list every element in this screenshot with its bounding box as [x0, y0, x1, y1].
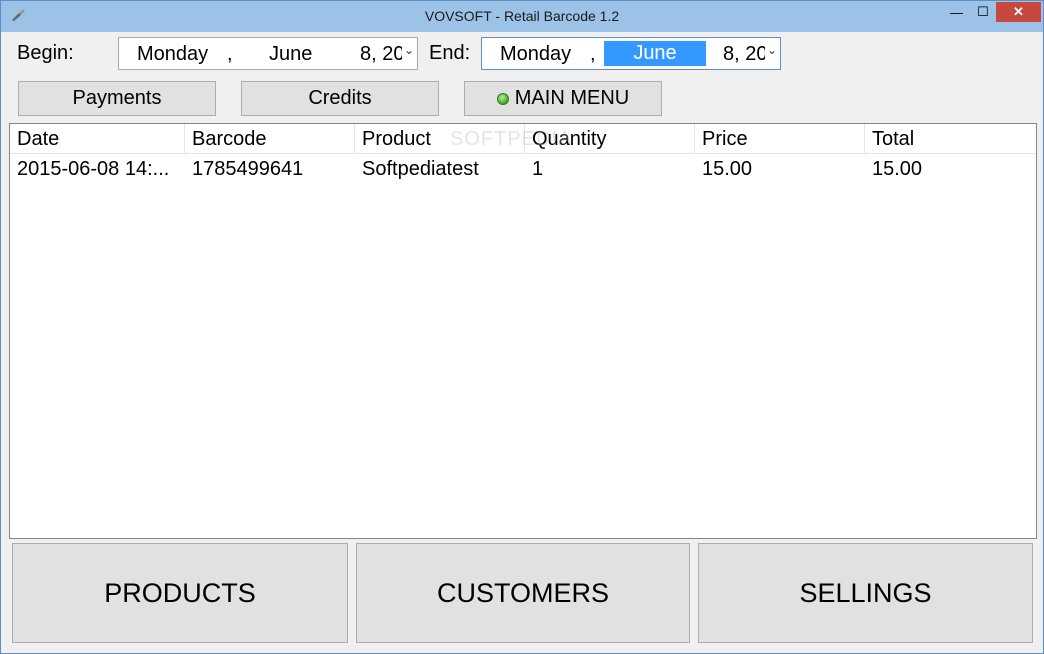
minimize-button[interactable]: —: [943, 2, 970, 22]
cell-price: 15.00: [702, 158, 753, 180]
cell-date: 2015-06-08 14:...: [17, 158, 170, 180]
close-button[interactable]: ✕: [996, 2, 1041, 22]
close-icon: ✕: [1013, 4, 1024, 19]
green-dot-icon: [496, 92, 509, 105]
window-title: VOVSOFT - Retail Barcode 1.2: [424, 8, 620, 24]
begin-weekday: Monday: [137, 43, 209, 65]
begin-comma: ,: [227, 43, 233, 65]
column-header-date[interactable]: Date: [10, 124, 185, 154]
chevron-down-icon[interactable]: ⌄: [404, 43, 414, 57]
begin-date-picker[interactable]: Monday , June 8, 20 ⌄: [118, 37, 418, 70]
credits-button[interactable]: Credits: [241, 81, 439, 116]
end-day-year: 8, 20: [723, 43, 765, 65]
chevron-down-icon[interactable]: ⌄: [767, 43, 777, 57]
payments-button[interactable]: Payments: [18, 81, 216, 116]
customers-label: CUSTOMERS: [436, 577, 610, 608]
end-month-selected[interactable]: June: [604, 41, 706, 66]
main-menu-button[interactable]: MAIN MENU: [464, 81, 662, 116]
end-date-picker[interactable]: Monday , June 8, 20 ⌄: [481, 37, 781, 70]
maximize-icon: ☐: [977, 4, 989, 19]
table-header: Date Barcode Product Quantity Price Tota…: [10, 124, 1036, 154]
cell-barcode: 1785499641: [192, 158, 304, 180]
column-header-price[interactable]: Price: [695, 124, 865, 154]
products-label: PRODUCTS: [104, 577, 256, 608]
minimize-icon: —: [950, 4, 963, 20]
title-bar[interactable]: VOVSOFT - Retail Barcode 1.2 — ☐ ✕: [1, 1, 1043, 32]
cell-total: 15.00: [872, 158, 923, 180]
cell-product: Softpediatest: [362, 158, 479, 180]
begin-label: Begin:: [17, 42, 74, 64]
column-header-total[interactable]: Total: [865, 124, 1036, 154]
end-comma: ,: [590, 43, 596, 65]
cell-quantity: 1: [532, 158, 544, 180]
sellings-label: SELLINGS: [799, 577, 932, 608]
end-label: End:: [429, 42, 471, 64]
column-header-barcode[interactable]: Barcode: [185, 124, 355, 154]
maximize-button[interactable]: ☐: [970, 2, 996, 22]
app-window: VOVSOFT - Retail Barcode 1.2 — ☐ ✕ Begin…: [0, 0, 1044, 654]
end-weekday: Monday: [500, 43, 572, 65]
products-button[interactable]: PRODUCTS: [12, 543, 348, 643]
begin-day-year: 8, 20: [360, 43, 402, 65]
main-menu-label: MAIN MENU: [514, 87, 630, 109]
table-row[interactable]: 2015-06-08 14:... 1785499641 Softpediate…: [10, 154, 1036, 184]
sellings-button[interactable]: SELLINGS: [698, 543, 1033, 643]
payments-label: Payments: [72, 87, 162, 109]
sales-table[interactable]: Date Barcode Product Quantity Price Tota…: [9, 123, 1037, 539]
credits-label: Credits: [308, 87, 372, 109]
softpedia-watermark: SOFTPEDIA: [450, 128, 573, 150]
customers-button[interactable]: CUSTOMERS: [356, 543, 690, 643]
begin-month: June: [269, 43, 313, 65]
